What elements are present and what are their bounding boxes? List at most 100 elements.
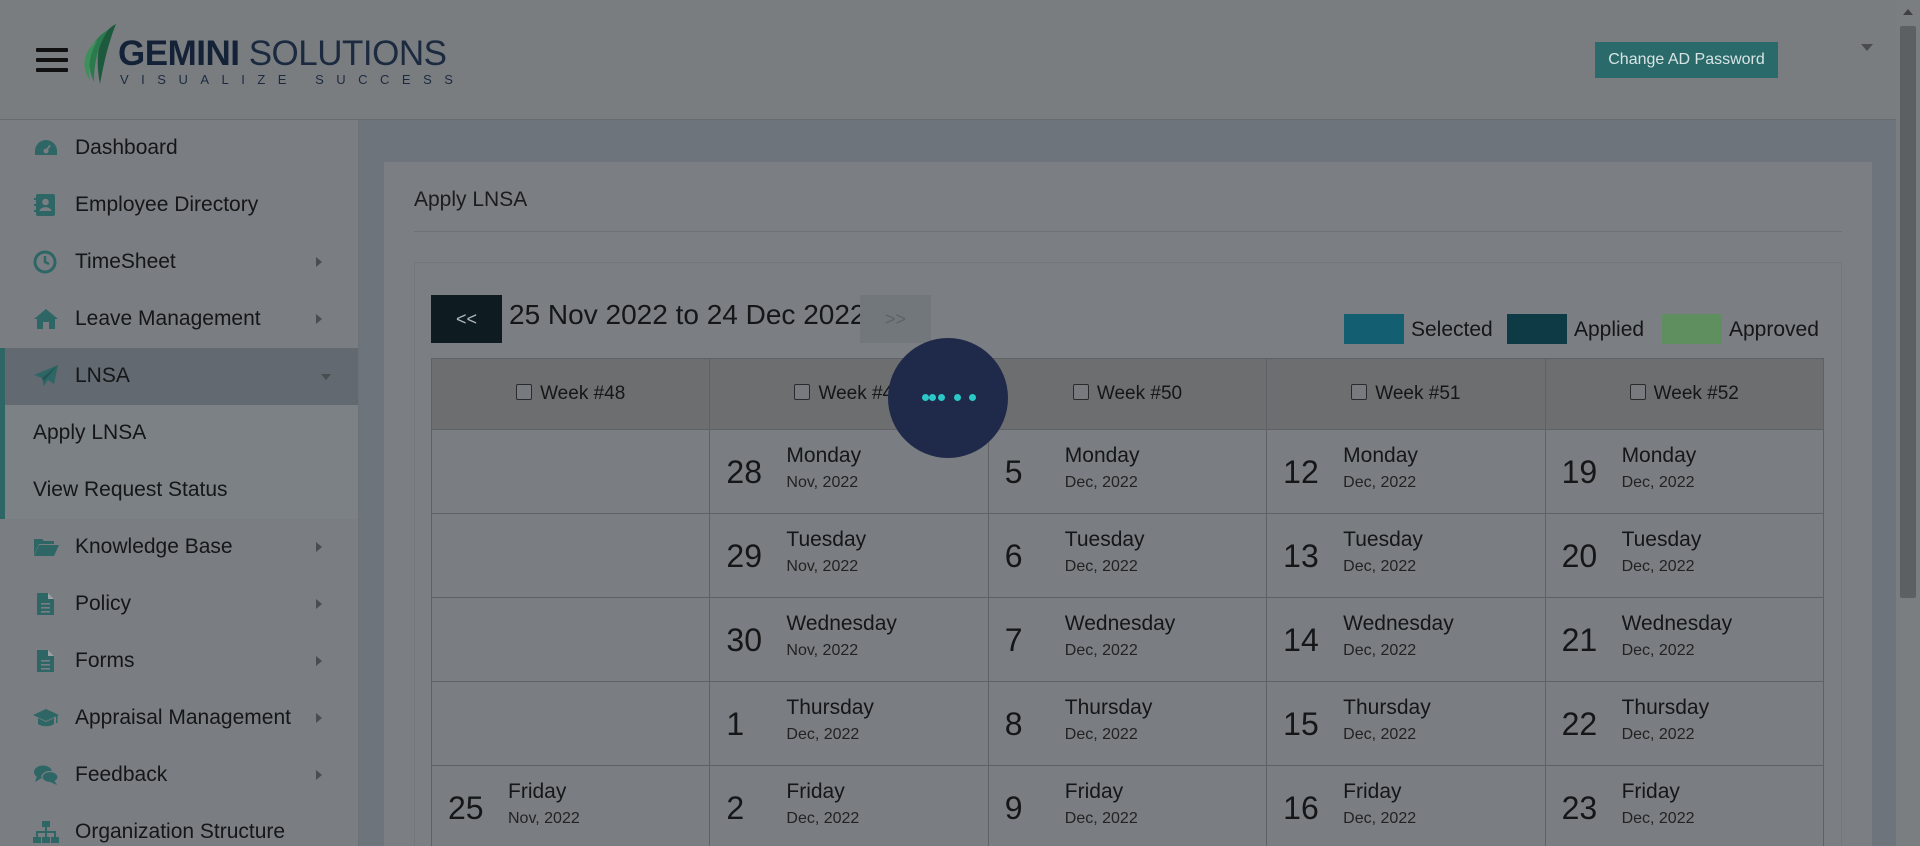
sidebar-item-leave-management[interactable]: Leave Management — [0, 291, 358, 348]
calendar-day[interactable]: 15 Thursday Dec, 2022 — [1267, 682, 1544, 765]
loading-spinner — [888, 338, 1008, 458]
address-book-icon — [34, 194, 55, 216]
sidebar-subitem-view-request-status[interactable]: View Request Status — [0, 462, 358, 519]
sidebar-item-forms[interactable]: Forms — [0, 633, 358, 690]
calendar-day[interactable]: 21 Wednesday Dec, 2022 — [1546, 598, 1823, 681]
calendar-cell[interactable]: 8 Thursday Dec, 2022 — [987, 681, 1268, 766]
calendar-cell[interactable]: 2 Friday Dec, 2022 — [709, 765, 989, 846]
week-checkbox[interactable] — [794, 384, 811, 400]
vertical-scrollbar[interactable] — [1896, 0, 1920, 846]
sidebar-item-timesheet[interactable]: TimeSheet — [0, 234, 358, 291]
week-checkbox[interactable] — [1072, 384, 1089, 400]
week-checkbox[interactable] — [1629, 384, 1646, 400]
calendar-cell[interactable]: 29 Tuesday Nov, 2022 — [709, 513, 989, 598]
user-menu-chevron-down-icon[interactable] — [1861, 44, 1873, 51]
day-weekday: Tuesday — [1621, 528, 1702, 551]
week-checkbox[interactable] — [1351, 384, 1368, 400]
status-legend: Selected Applied Approved — [1344, 314, 1894, 344]
sidebar-item-policy[interactable]: Policy — [0, 576, 358, 633]
calendar-day[interactable]: 6 Tuesday Dec, 2022 — [989, 514, 1266, 597]
sidebar-item-knowledge-base[interactable]: Knowledge Base — [0, 519, 358, 576]
calendar-day[interactable]: 22 Thursday Dec, 2022 — [1546, 682, 1823, 765]
week-checkbox[interactable] — [516, 384, 533, 400]
calendar-cell[interactable]: 16 Friday Dec, 2022 — [1266, 765, 1546, 846]
scroll-up-arrow-icon[interactable] — [1903, 9, 1913, 15]
calendar-cell[interactable]: 15 Thursday Dec, 2022 — [1266, 681, 1546, 766]
calendar-day[interactable]: 14 Wednesday Dec, 2022 — [1267, 598, 1544, 681]
calendar-cell[interactable]: 7 Wednesday Dec, 2022 — [987, 597, 1268, 682]
calendar-day[interactable]: 12 Monday Dec, 2022 — [1267, 430, 1544, 513]
company-logo[interactable]: GEMINI SOLUTIONS VISUALIZE SUCCESS — [80, 22, 453, 88]
sidebar-item-organization-structure[interactable]: Organization Structure — [0, 804, 358, 846]
calendar-day[interactable]: 1 Thursday Dec, 2022 — [710, 682, 987, 765]
sidebar-subitem-apply-lnsa[interactable]: Apply LNSA — [0, 405, 358, 462]
chevron-right-icon — [316, 770, 322, 780]
calendar-day[interactable]: 13 Tuesday Dec, 2022 — [1267, 514, 1544, 597]
sidebar-item-dashboard[interactable]: Dashboard — [0, 120, 358, 177]
sidebar-item-appraisal-management[interactable]: Appraisal Management — [0, 690, 358, 747]
calendar-cell[interactable]: 12 Monday Dec, 2022 — [1266, 429, 1546, 514]
calendar-cell[interactable]: 1 Thursday Dec, 2022 — [709, 681, 989, 766]
calendar-day[interactable]: 30 Wednesday Nov, 2022 — [710, 598, 987, 681]
scrollbar-thumb[interactable] — [1900, 26, 1916, 598]
hamburger-menu-icon[interactable] — [36, 48, 68, 76]
calendar-cell[interactable]: 5 Monday Dec, 2022 — [987, 429, 1268, 514]
calendar-day[interactable]: 20 Tuesday Dec, 2022 — [1546, 514, 1823, 597]
calendar-cell[interactable]: 13 Tuesday Dec, 2022 — [1266, 513, 1546, 598]
calendar-cell — [430, 597, 711, 682]
sidebar-item-label: Forms — [75, 649, 135, 672]
lnsa-calendar-table: Week #48 Week #49 Week #50 Week #51 Week… — [430, 358, 1825, 846]
day-number: 29 — [726, 538, 762, 574]
calendar-day[interactable]: 23 Friday Dec, 2022 — [1546, 766, 1823, 846]
calendar-row: 30 Wednesday Nov, 2022 7 Wednesday Dec, 2022 1… — [430, 597, 1825, 682]
day-weekday: Wednesday — [1621, 612, 1733, 635]
calendar-day[interactable]: 9 Friday Dec, 2022 — [989, 766, 1266, 846]
next-period-button[interactable]: >> — [860, 295, 931, 343]
calendar-day[interactable]: 8 Thursday Dec, 2022 — [989, 682, 1266, 765]
day-weekday: Tuesday — [1343, 528, 1423, 551]
logo-wordmark: GEMINI SOLUTIONS — [118, 34, 447, 73]
loading-dot — [922, 394, 929, 401]
loading-dot — [929, 394, 936, 401]
day-number: 12 — [1283, 454, 1319, 490]
calendar-day[interactable]: 5 Monday Dec, 2022 — [989, 430, 1266, 513]
day-weekday: Monday — [1343, 444, 1418, 467]
day-month: Dec, 2022 — [1621, 810, 1695, 827]
calendar-cell[interactable]: 22 Thursday Dec, 2022 — [1544, 681, 1825, 766]
day-month: Dec, 2022 — [1064, 558, 1138, 575]
calendar-cell[interactable]: 6 Tuesday Dec, 2022 — [987, 513, 1268, 598]
calendar-cell[interactable]: 14 Wednesday Dec, 2022 — [1266, 597, 1546, 682]
day-month: Nov, 2022 — [508, 810, 580, 827]
calendar-day[interactable]: 25 Friday Nov, 2022 — [432, 766, 709, 846]
sidebar-item-label: Dashboard — [75, 136, 178, 159]
calendar-day[interactable]: 19 Monday Dec, 2022 — [1546, 430, 1823, 513]
calendar-cell[interactable]: 21 Wednesday Dec, 2022 — [1544, 597, 1825, 682]
day-month: Nov, 2022 — [786, 558, 859, 575]
day-number: 9 — [1004, 790, 1023, 826]
file-icon — [37, 650, 54, 672]
change-ad-password-button[interactable]: Change AD Password — [1595, 42, 1778, 78]
calendar-day[interactable]: 7 Wednesday Dec, 2022 — [989, 598, 1266, 681]
sidebar-item-employee-directory[interactable]: Employee Directory — [0, 177, 358, 234]
calendar-cell[interactable]: 25 Friday Nov, 2022 — [430, 765, 711, 846]
calendar-cell[interactable]: 30 Wednesday Nov, 2022 — [709, 597, 989, 682]
calendar-cell[interactable]: 23 Friday Dec, 2022 — [1544, 765, 1825, 846]
calendar-day[interactable]: 29 Tuesday Nov, 2022 — [710, 514, 987, 597]
chevron-right-icon — [316, 314, 322, 324]
day-weekday: Friday — [1064, 780, 1124, 803]
previous-period-button[interactable]: << — [431, 295, 502, 343]
file-icon — [37, 593, 54, 615]
calendar-day[interactable]: 16 Friday Dec, 2022 — [1267, 766, 1544, 846]
day-number: 6 — [1004, 538, 1023, 574]
calendar-cell[interactable]: 9 Friday Dec, 2022 — [987, 765, 1268, 846]
sidebar-item-feedback[interactable]: Feedback — [0, 747, 358, 804]
sidebar-item-label: Appraisal Management — [75, 706, 291, 729]
day-weekday: Tuesday — [1064, 528, 1145, 551]
loading-dot — [938, 394, 945, 401]
calendar-row: 28 Monday Nov, 2022 5 Monday Dec, 2022 12 Monda… — [430, 429, 1825, 514]
sidebar-item-lnsa[interactable]: LNSA — [0, 348, 358, 405]
day-month: Dec, 2022 — [1343, 558, 1417, 575]
calendar-cell[interactable]: 20 Tuesday Dec, 2022 — [1544, 513, 1825, 598]
calendar-cell[interactable]: 19 Monday Dec, 2022 — [1544, 429, 1825, 514]
calendar-day[interactable]: 2 Friday Dec, 2022 — [710, 766, 987, 846]
